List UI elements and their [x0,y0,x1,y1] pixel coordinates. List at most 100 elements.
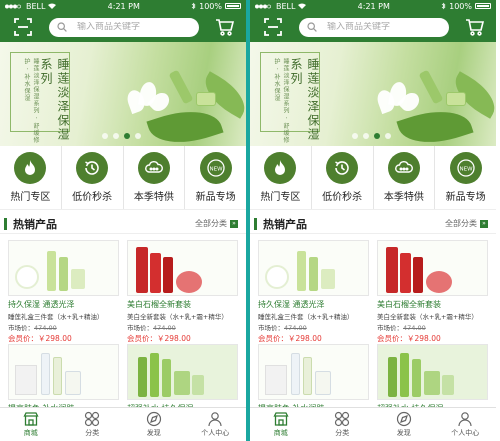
tab-profile[interactable]: 个人中心 [435,408,497,441]
category-new[interactable]: NEW 新品专场 [185,146,246,209]
banner-title: 睡莲淡泽保湿系列 [289,58,320,142]
market-price-value: 474.00 [284,324,307,332]
cloud-icon [144,161,163,173]
member-price-label: 会员价： [127,334,157,343]
hot-products-header: 热销产品 全部分类» [0,214,246,234]
battery-percent: 100% [449,1,472,11]
product-card[interactable]: 超强补水 持久保湿 [127,344,238,414]
pagination-dot[interactable] [135,133,141,139]
tab-label: 商城 [23,429,38,437]
product-bottle [418,69,444,105]
product-image [127,240,238,296]
search-input[interactable] [327,22,437,32]
product-card[interactable]: 提亮肤色 补水润肤 [8,344,119,414]
banner-pagination [352,133,391,139]
pagination-dot[interactable] [352,133,358,139]
market-price-value: 474.00 [153,324,176,332]
category-hot[interactable]: 热门专区 [0,146,62,209]
pagination-dot-active[interactable] [124,133,130,139]
search-bar[interactable] [49,17,199,37]
search-icon [307,22,317,32]
market-price: 市场价：474.00 [377,322,488,332]
category-label: 新品专场 [445,192,486,203]
pagination-dot[interactable] [102,133,108,139]
promo-banner[interactable]: 睡莲淡泽保湿系列 睡莲淡泽保湿系列 · 舒缓修护 · 补水保湿 [250,42,496,146]
pagination-dot-active[interactable] [374,133,380,139]
product-image [377,344,488,400]
product-card[interactable]: 美白石榴全新套装 美白全新套装（水+乳+霜+精华） 市场价：474.00 会员价… [377,240,488,344]
all-categories-link[interactable]: 全部分类» [445,218,488,229]
tab-shop[interactable]: 商城 [250,408,312,441]
member-price-value: ￥298.00 [288,334,322,343]
product-image [8,344,119,400]
product-card[interactable]: 美白石榴全新套装 美白全新套装（水+乳+霜+精华） 市场价：474.00 会员价… [127,240,238,344]
product-grid: 持久保湿 通透光泽 睡莲礼盒三件套（水+乳+精油） 市场价：474.00 会员价… [0,234,246,414]
category-label: 低价秒杀 [72,192,113,203]
bluetooth-icon [441,2,446,10]
product-card[interactable]: 持久保湿 通透光泽 睡莲礼盒三件套（水+乳+精油） 市场价：474.00 会员价… [258,240,369,344]
pagination-dot[interactable] [113,133,119,139]
tab-discover[interactable]: 发现 [123,408,185,441]
discover-icon [146,411,161,427]
search-bar[interactable] [299,17,449,37]
category-hot[interactable]: 热门专区 [250,146,312,209]
member-price: 会员价：￥298.00 [258,333,369,344]
signal-icon [255,4,271,8]
product-card[interactable]: 提亮肤色 补水润肤 [258,344,369,414]
pagination-dot[interactable] [363,133,369,139]
pagination-dot[interactable] [385,133,391,139]
top-header [0,12,246,42]
status-bar: BELL 4:21 PM 100% [0,0,246,12]
phone-screen-right: BELL 4:21 PM 100% 睡莲淡泽保湿系列 睡莲淡泽保湿系列 · [250,0,496,441]
market-price: 市场价：474.00 [258,322,369,332]
cart-button[interactable] [214,16,236,38]
banner-title: 睡莲淡泽保湿系列 [39,58,70,142]
category-label: 本季特供 [383,192,424,203]
battery-icon [474,3,491,9]
member-price-value: ￥298.00 [407,334,441,343]
product-jar [446,92,466,106]
category-nav: 热门专区 低价秒杀 本季特供 NEW 新品专场 [250,146,496,210]
tab-profile[interactable]: 个人中心 [185,408,247,441]
market-price: 市场价：474.00 [8,322,119,332]
svg-text:NEW: NEW [209,166,223,172]
category-new[interactable]: NEW 新品专场 [435,146,496,209]
carrier-label: BELL [276,1,296,11]
product-desc: 美白全新套装（水+乳+霜+精华） [127,313,228,321]
market-price-label: 市场价： [377,324,403,332]
product-card[interactable]: 超强补水 持久保湿 [377,344,488,414]
all-categories-link[interactable]: 全部分类» [195,218,238,229]
section-title: 热销产品 [13,217,57,231]
search-input[interactable] [77,22,187,32]
promo-banner[interactable]: 睡莲淡泽保湿系列 睡莲淡泽保湿系列 · 舒缓修护 · 补水保湿 [0,42,246,146]
category-flash-sale[interactable]: 低价秒杀 [312,146,374,209]
category-seasonal[interactable]: 本季特供 [124,146,186,209]
tab-shop[interactable]: 商城 [0,408,62,441]
scan-button[interactable] [262,16,284,38]
scan-icon [14,18,32,36]
grid-icon [335,411,350,427]
scan-button[interactable] [12,16,34,38]
cart-button[interactable] [464,16,486,38]
category-seasonal[interactable]: 本季特供 [374,146,436,209]
all-categories-label: 全部分类 [195,219,227,228]
member-price: 会员价：￥298.00 [8,333,119,344]
battery-icon [224,3,241,9]
battery-percent: 100% [199,1,222,11]
category-flash-sale[interactable]: 低价秒杀 [62,146,124,209]
product-image [8,240,119,296]
tab-discover[interactable]: 发现 [373,408,435,441]
clock-icon [85,161,99,175]
cart-icon [216,19,235,36]
tab-category[interactable]: 分类 [312,408,374,441]
market-price-label: 市场价： [127,324,153,332]
category-label: 本季特供 [133,192,174,203]
product-image [377,240,488,296]
tab-category[interactable]: 分类 [62,408,124,441]
tab-label: 个人中心 [201,429,230,437]
clock-icon [335,161,349,175]
svg-text:NEW: NEW [459,166,473,172]
tab-label: 分类 [85,429,100,437]
product-card[interactable]: 持久保湿 通透光泽 睡莲礼盒三件套（水+乳+精油） 市场价：474.00 会员价… [8,240,119,344]
product-desc: 美白全新套装（水+乳+霜+精华） [377,313,478,321]
